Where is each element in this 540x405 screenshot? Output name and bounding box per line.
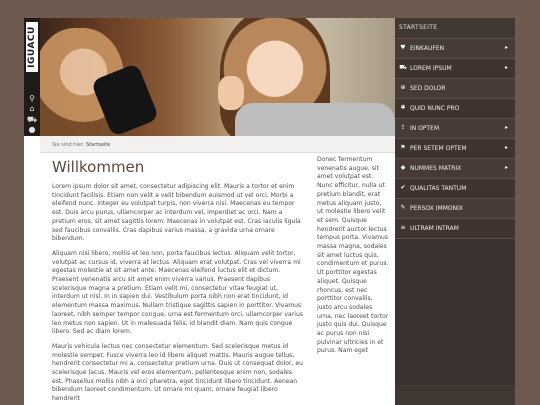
sidebar-item-label: PERSOX IMMONIX (410, 205, 463, 212)
globe-icon: ⊕ (400, 84, 406, 91)
main-content: Willkommen Lorem ipsum dolor sit amet, c… (52, 156, 304, 405)
breadcrumb-prefix: Sie sind hier: (52, 142, 85, 148)
list-icon: ≡ (400, 224, 406, 231)
pencil-icon: ✎ (400, 204, 406, 211)
chevron-right-icon: ▸ (504, 124, 508, 131)
sidebar-item-label: QUID NUNC PRO (410, 105, 460, 112)
search-icon[interactable]: ⚲ (27, 94, 37, 104)
hero-hand (218, 76, 244, 110)
sidebar-item-quid-nunc-pro[interactable]: ✱ QUID NUNC PRO (395, 98, 515, 118)
sidebar-item-label: SED DOLOR (410, 85, 446, 92)
chevron-right-icon: ▸ (504, 164, 508, 171)
sidebar-item-qualitas-tantum[interactable]: ✔ QUALITAS TANTUM (395, 178, 515, 198)
sidebar-item-label: ULTRAM INTRAM (410, 225, 459, 232)
cart-icon: ⛟ (399, 64, 407, 71)
upload-icon: ⇪ (400, 124, 406, 131)
sidebar-item-in-optem[interactable]: ⇪ IN OPTEM ▸ (395, 118, 515, 138)
sidebar-item-label: NUMMES MATRIX (410, 165, 462, 172)
content-paragraph: Aliquam nisi libero, mollis et leo non, … (52, 249, 304, 336)
aside-column: Donec fermentum venenatis augue, sit ame… (317, 156, 389, 356)
sidebar-item-nummes-matrix[interactable]: ◆ NUMMES MATRIX ▸ (395, 158, 515, 178)
sidebar-item-label: QUALITAS TANTUM (410, 185, 467, 192)
flag-icon: ⚑ (400, 144, 406, 151)
content-paragraph: Mauris vehicula lectus nec consectetur e… (52, 342, 304, 403)
sidebar-item-startseite[interactable]: STARTSEITE (395, 18, 515, 38)
aside-text: Donec fermentum venenatis augue, sit ame… (317, 156, 389, 355)
cart-icon[interactable]: ⛟ (27, 115, 37, 125)
home-icon[interactable]: ⌂ (27, 104, 37, 114)
sidebar-nav: STARTSEITE ♥ EINKAUFEN ▸ ⛟ LOREM IPSUM ▸… (395, 18, 515, 405)
sidebar-filler (395, 238, 515, 385)
tag-icon: ◆ (400, 164, 406, 171)
user-icon[interactable]: ● (27, 125, 37, 135)
sidebar-item-einkaufen[interactable]: ♥ EINKAUFEN ▸ (395, 38, 515, 58)
heart-icon: ♥ (400, 44, 406, 51)
breadcrumb-current[interactable]: Startseite (86, 142, 110, 148)
hero-shirt (235, 103, 395, 136)
sidebar-item-lorem-ipsum[interactable]: ⛟ LOREM IPSUM ▸ (395, 58, 515, 78)
hero-image (40, 18, 395, 136)
chevron-right-icon: ▸ (504, 44, 508, 51)
page-title: Willkommen (52, 158, 145, 176)
chevron-right-icon: ▸ (504, 64, 508, 71)
sidebar-item-label: LOREM IPSUM (410, 65, 452, 72)
sidebar-item-label: EINKAUFEN (410, 45, 445, 52)
check-icon: ✔ (400, 184, 406, 191)
breadcrumb: Sie sind hier: Startseite (40, 136, 395, 153)
logo-text: IGUACU (27, 26, 37, 68)
sidebar-item-per-setem-optem[interactable]: ⚑ PER SETEM OPTEM ▸ (395, 138, 515, 158)
site-logo[interactable]: IGUACU (26, 22, 38, 72)
sidebar-item-persox-immonix[interactable]: ✎ PERSOX IMMONIX (395, 198, 515, 218)
left-toolbar: IGUACU ⚲ ⌂ ⛟ ● (24, 18, 40, 136)
sidebar-item-label: PER SETEM OPTEM (410, 145, 467, 152)
sidebar-item-label: IN OPTEM (410, 125, 440, 132)
page-frame: IGUACU ⚲ ⌂ ⛟ ● Sie sind hier: Startseite… (24, 18, 515, 405)
sidebar-item-ultram-intram[interactable]: ≡ ULTRAM INTRAM (395, 218, 515, 238)
content-paragraph: Lorem ipsum dolor sit amet, consectetur … (52, 183, 301, 243)
sidebar-item-sed-dolor[interactable]: ⊕ SED DOLOR (395, 78, 515, 98)
chevron-right-icon: ▸ (504, 144, 508, 151)
settings-icon: ✱ (400, 104, 406, 111)
